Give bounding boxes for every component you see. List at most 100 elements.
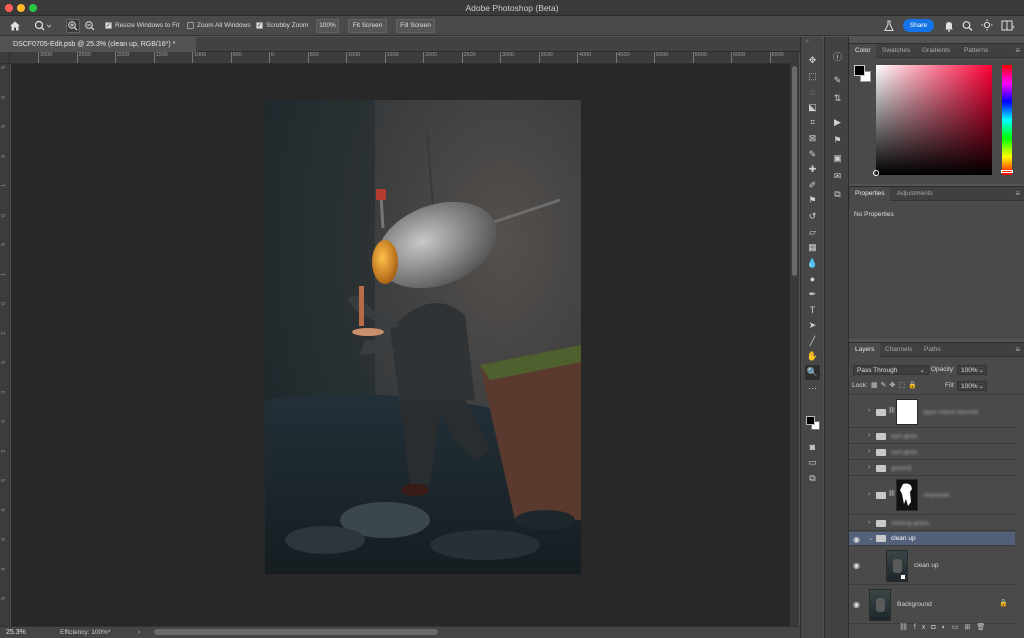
marquee-tool-icon[interactable]: ⬚ — [805, 69, 820, 84]
zoom-tool-icon[interactable]: 🔍 — [805, 365, 820, 380]
crop-tool-icon[interactable]: ⌗ — [805, 115, 820, 130]
toolbar-collapse-icon[interactable]: » — [805, 38, 809, 45]
chevron-right-icon[interactable]: › — [868, 448, 870, 455]
layer-name[interactable]: shining grass — [891, 520, 929, 527]
layer-name[interactable]: character — [923, 492, 950, 499]
opacity-field[interactable]: 100% ⌄ — [957, 365, 987, 375]
chevron-right-icon[interactable]: › — [868, 432, 870, 439]
fill-field[interactable]: 100% ⌄ — [957, 381, 987, 391]
tab-layers[interactable]: Layers — [850, 343, 880, 357]
bell-icon[interactable] — [944, 20, 954, 32]
tab-gradients[interactable]: Gradients — [917, 44, 955, 58]
zoom-out-icon[interactable] — [84, 20, 96, 32]
document-tab[interactable]: DSCF0705-Edit.psb @ 25.3% (clean up, RGB… — [0, 37, 196, 52]
chevron-right-icon[interactable]: › — [868, 464, 870, 471]
layer-name[interactable]: ground — [891, 465, 911, 472]
fx-icon[interactable]: fx — [914, 624, 931, 631]
minimize-window-button[interactable] — [17, 4, 25, 12]
chevron-right-icon[interactable]: › — [868, 519, 870, 526]
zoom-tool-preset-icon[interactable] — [34, 20, 52, 32]
workspace-icon[interactable] — [1001, 20, 1015, 32]
layer-row[interactable]: › ⛓ character — [849, 477, 1015, 515]
layer-row[interactable]: ◉ clean up — [849, 547, 1015, 585]
tab-adjustments[interactable]: Adjustments — [892, 187, 938, 201]
layer-thumbnail[interactable] — [886, 550, 908, 582]
zoom-in-icon[interactable] — [66, 19, 80, 33]
screen-mode-icon[interactable]: ▭ — [805, 455, 820, 470]
layer-name[interactable]: clean up — [891, 535, 916, 542]
adjustment-layer-icon[interactable]: ◐ — [942, 624, 952, 631]
eraser-tool-icon[interactable]: ▱ — [805, 225, 820, 240]
document-image[interactable] — [265, 100, 581, 574]
layer-name[interactable]: clean up — [914, 562, 939, 569]
toolbar-color-swatches[interactable] — [805, 415, 821, 431]
gradient-tool-icon[interactable]: ▦ — [805, 240, 820, 255]
new-layer-icon[interactable]: ⊞ — [964, 624, 976, 631]
panel-menu-icon[interactable]: ≡ — [1015, 47, 1020, 55]
vertical-scrollbar[interactable] — [790, 52, 799, 626]
trash-icon[interactable]: 🗑 — [976, 624, 991, 631]
tab-swatches[interactable]: Swatches — [877, 44, 915, 58]
efficiency-status[interactable]: Efficiency: 100%* — [60, 627, 110, 638]
eyedropper-tool-icon[interactable]: ✎ — [805, 147, 820, 162]
layer-row[interactable]: ◉ Background 🔒 — [849, 586, 1015, 624]
fit-screen-button[interactable]: Fit Screen — [348, 19, 387, 33]
layer-row[interactable]: › ground — [849, 461, 1015, 476]
eye-icon[interactable]: ◉ — [853, 535, 860, 544]
layer-name[interactable]: Background — [897, 601, 932, 608]
blur-tool-icon[interactable]: 💧 — [805, 256, 820, 271]
foreground-color-swatch[interactable] — [854, 65, 865, 76]
brush-tool-icon[interactable]: ✐ — [805, 178, 820, 193]
zoom-level[interactable]: 25.3% — [6, 627, 26, 638]
panel-menu-icon[interactable]: ≡ — [1015, 346, 1020, 354]
home-icon[interactable] — [9, 20, 21, 32]
eye-icon[interactable]: ◉ — [853, 561, 860, 570]
layer-row[interactable]: › eye-glow — [849, 429, 1015, 444]
chevron-right-icon[interactable]: › — [868, 491, 870, 498]
layer-row[interactable]: › sun-glow — [849, 445, 1015, 460]
type-tool-icon[interactable]: T — [805, 303, 820, 318]
brush-settings-icon[interactable]: ✎ — [830, 73, 845, 88]
quick-mask-icon[interactable]: ◙ — [805, 439, 820, 454]
hand-tool-icon[interactable]: ✋ — [805, 349, 820, 364]
lock-options-icons[interactable]: ▦✎✥⬚🔒 — [871, 381, 920, 389]
dodge-tool-icon[interactable]: ● — [805, 271, 820, 286]
hue-slider-handle[interactable] — [1001, 170, 1013, 173]
layer-mask-thumbnail[interactable] — [896, 479, 918, 511]
blend-mode-select[interactable]: Pass Through ⌄ — [853, 365, 929, 375]
channels-icon[interactable]: ⧉ — [830, 187, 845, 202]
scrubby-zoom-checkbox[interactable]: ✓ Scrubby Zoom — [256, 16, 308, 36]
share-button[interactable]: Share — [903, 19, 934, 32]
frame-tool-icon[interactable]: ⊠ — [805, 131, 820, 146]
object-select-tool-icon[interactable]: ⬕ — [805, 100, 820, 115]
adjustments-icon[interactable]: ⇅ — [830, 91, 845, 106]
layer-mask-thumbnail[interactable] — [896, 399, 918, 425]
move-tool-icon[interactable]: ✥ — [805, 53, 820, 68]
layer-name[interactable]: layer-name-blurred — [923, 409, 978, 416]
layer-name[interactable]: eye-glow — [891, 433, 917, 440]
libraries-icon[interactable]: ▣ — [830, 151, 845, 166]
layer-name[interactable]: sun-glow — [891, 449, 917, 456]
tab-properties[interactable]: Properties — [850, 187, 890, 201]
hue-slider[interactable] — [1001, 65, 1013, 175]
clone-stamp-tool-icon[interactable]: ⚑ — [805, 193, 820, 208]
chevron-down-icon[interactable]: ⌄ — [868, 534, 874, 542]
new-group-icon[interactable]: ▭ — [952, 624, 965, 631]
path-select-tool-icon[interactable]: ➤ — [805, 318, 820, 333]
line-tool-icon[interactable]: ╱ — [805, 334, 820, 349]
more-tools-icon[interactable]: ··· — [805, 381, 820, 396]
zoom-all-windows-checkbox[interactable]: Zoom All Windows — [187, 16, 250, 36]
tab-channels[interactable]: Channels — [880, 343, 917, 357]
info-icon[interactable]: ⓘ — [830, 49, 845, 64]
link-layers-icon[interactable]: ⛓ — [899, 624, 914, 631]
history-brush-tool-icon[interactable]: ↺ — [805, 209, 820, 224]
healing-brush-tool-icon[interactable]: ✚ — [805, 162, 820, 177]
layer-thumbnail[interactable] — [869, 589, 891, 621]
share-for-review-icon[interactable]: ⧉ — [805, 471, 820, 486]
fill-screen-button[interactable]: Fill Screen — [396, 19, 435, 33]
color-field[interactable] — [873, 65, 992, 176]
comments-icon[interactable]: ✉ — [830, 169, 845, 184]
chevron-right-icon[interactable]: › — [868, 407, 870, 414]
lasso-tool-icon[interactable]: ◌ — [805, 84, 820, 99]
clone-source-icon[interactable]: ⚑ — [830, 133, 845, 148]
